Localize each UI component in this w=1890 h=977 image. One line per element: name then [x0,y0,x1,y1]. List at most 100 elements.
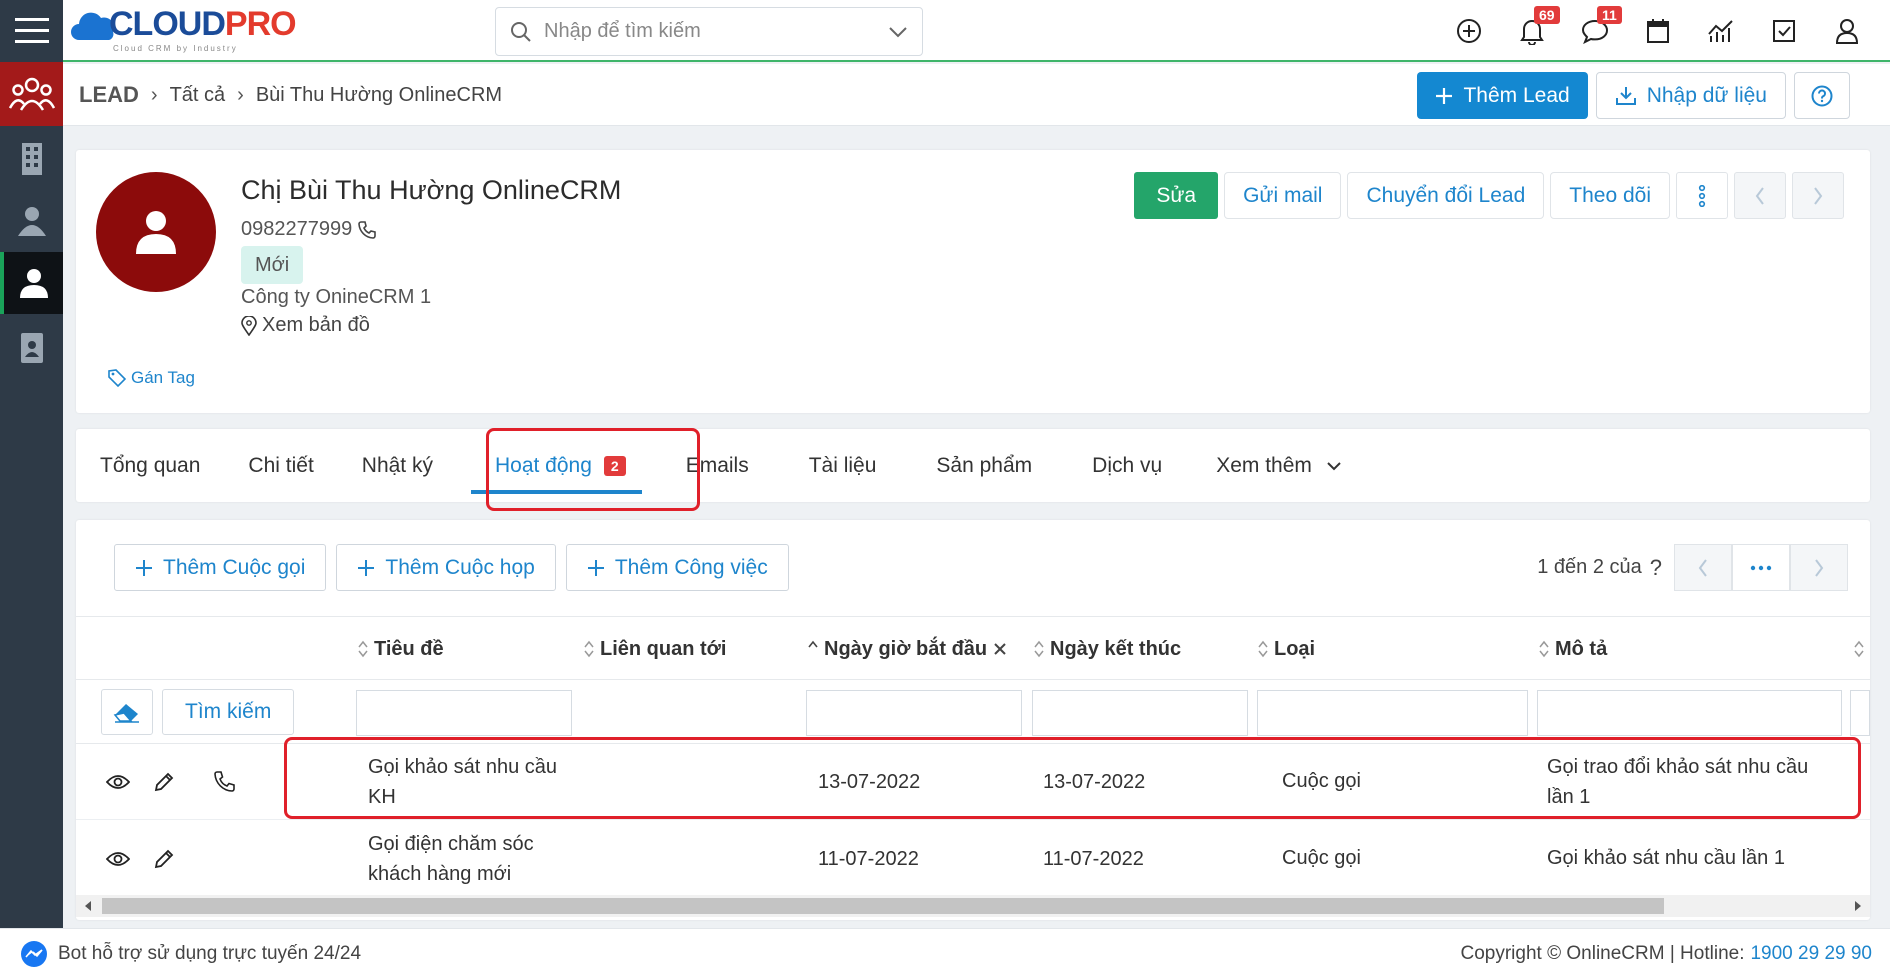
filter-overflow-input[interactable] [1850,690,1870,736]
quick-create-button[interactable] [1437,0,1500,62]
view-icon[interactable] [106,821,130,897]
add-lead-button[interactable]: Thêm Lead [1417,72,1588,119]
search-input[interactable] [544,20,888,43]
plus-icon [1435,87,1453,105]
sort-icon [1854,640,1864,658]
sidebar-item-person[interactable] [0,252,63,314]
cloudpro-logo[interactable]: CLOUDPRO Cloud CRM by Industry [71,4,297,53]
add-meeting-button[interactable]: Thêm Cuộc họp [336,544,556,591]
scroll-left-icon[interactable] [84,900,92,912]
footer: Bot hỗ trợ sử dụng trực tuyến 24/24 Copy… [0,928,1890,977]
tab-documents[interactable]: Tài liệu [779,429,907,502]
tab-services[interactable]: Dịch vụ [1062,429,1192,502]
table-search-button[interactable]: Tìm kiếm [162,689,295,735]
row-title: Gọi khảo sát nhu cầu KH [368,756,558,808]
more-vertical-icon [1698,184,1706,207]
sidebar-item-organization[interactable] [0,133,63,185]
tab-more[interactable]: Xem thêm [1192,429,1366,502]
add-call-button[interactable]: Thêm Cuộc gọi [114,544,327,591]
scroll-right-icon[interactable] [1854,900,1862,912]
follow-button[interactable]: Theo dõi [1550,172,1670,219]
chevron-right-icon [1814,558,1824,577]
view-map-link[interactable]: Xem bản đồ [241,314,370,337]
user-profile-button[interactable] [1815,0,1878,62]
edit-pencil-icon[interactable] [154,821,174,897]
hotline-link[interactable]: 1900 29 29 90 [1750,943,1872,965]
breadcrumb-root[interactable]: LEAD [79,82,139,108]
row-start-date: 11-07-2022 [818,848,919,870]
sort-icon [1034,640,1044,658]
help-button[interactable] [1794,72,1850,119]
page-menu-button[interactable] [1732,544,1790,591]
chart-line-icon [1707,18,1735,44]
tab-list: Tổng quan Chi tiết Nhật ký Hoạt động 2 E… [76,429,1366,502]
column-description[interactable]: Mô tả [1539,617,1607,681]
sidebar [0,0,63,977]
hamburger-icon [14,17,49,45]
previous-page-button[interactable] [1674,544,1732,591]
scrollbar-thumb[interactable] [102,898,1664,914]
edit-button[interactable]: Sửa [1134,172,1219,219]
clear-sort-icon[interactable] [993,642,1007,656]
horizontal-scrollbar[interactable] [76,895,1870,917]
tab-activity[interactable]: Hoạt động 2 [457,429,656,502]
phone-icon[interactable] [358,220,377,239]
column-related[interactable]: Liên quan tới [584,617,726,681]
chevron-down-icon[interactable] [888,26,908,38]
send-mail-button[interactable]: Gửi mail [1224,172,1342,219]
sort-icon [358,640,368,658]
add-task-button[interactable]: Thêm Công việc [565,544,789,591]
column-end-date[interactable]: Ngày kết thúc [1034,617,1181,681]
filter-type-input[interactable] [1257,690,1528,736]
more-actions-button[interactable] [1676,172,1728,219]
column-overflow[interactable] [1854,617,1864,681]
reports-button[interactable] [1689,0,1752,62]
next-record-button[interactable] [1792,172,1844,219]
column-title[interactable]: Tiêu đề [358,617,444,681]
messages-button[interactable]: 11 [1563,0,1626,62]
filter-row: Tìm kiếm [76,680,1870,744]
edit-pencil-icon[interactable] [154,744,174,820]
row-description: Gọi khảo sát nhu cầu lần 1 [1547,847,1785,869]
breadcrumb-bar: LEAD › Tất cả › Bùi Thu Hường OnlineCRM … [63,64,1890,126]
convert-lead-button[interactable]: Chuyển đổi Lead [1347,172,1545,219]
global-search[interactable] [495,7,923,56]
tasks-button[interactable] [1752,0,1815,62]
assign-tag-link[interactable]: Gán Tag [108,368,195,388]
column-start-datetime[interactable]: Ngày giờ bắt đầu [808,617,1007,681]
tab-log[interactable]: Nhật ký [338,429,457,502]
filter-title-input[interactable] [356,690,572,736]
previous-record-button[interactable] [1734,172,1786,219]
calendar-button[interactable] [1626,0,1689,62]
table-row[interactable]: Gọi khảo sát nhu cầu KH 13-07-2022 13-07… [76,744,1870,820]
person-avatar-icon [134,208,178,256]
next-page-button[interactable] [1790,544,1848,591]
sidebar-item-contact[interactable] [0,195,63,247]
support-bot-link[interactable]: Bot hỗ trợ sử dụng trực tuyến 24/24 [20,929,361,977]
pagination-help[interactable]: ? [1650,555,1662,581]
filter-description-input[interactable] [1537,690,1842,736]
tab-detail[interactable]: Chi tiết [224,429,337,502]
lead-phone: 0982277999 [241,218,377,241]
tab-overview[interactable]: Tổng quan [76,429,224,502]
filter-end-input[interactable] [1032,690,1248,736]
row-end-date: 11-07-2022 [1043,848,1144,870]
chevron-left-icon [1698,558,1708,577]
plus-icon [587,559,605,577]
menu-toggle[interactable] [0,0,63,62]
avatar [96,172,216,292]
column-type[interactable]: Loại [1258,617,1315,681]
table-row[interactable]: Gọi điện chăm sóc khách hàng mới 11-07-2… [76,821,1870,897]
tab-emails[interactable]: Emails [656,429,779,502]
breadcrumb-all[interactable]: Tất cả [170,84,226,107]
import-data-button[interactable]: Nhập dữ liệu [1595,72,1786,119]
filter-start-input[interactable] [806,690,1022,736]
sidebar-item-document[interactable] [0,322,63,374]
clear-filter-button[interactable] [101,689,153,735]
notifications-button[interactable]: 69 [1500,0,1563,62]
tab-products[interactable]: Sản phẩm [906,429,1062,502]
view-icon[interactable] [106,744,130,820]
sidebar-item-lead[interactable] [0,62,63,126]
row-type: Cuộc gọi [1282,847,1361,869]
lead-profile-card: Chị Bùi Thu Hường OnlineCRM 0982277999 M… [76,150,1870,413]
